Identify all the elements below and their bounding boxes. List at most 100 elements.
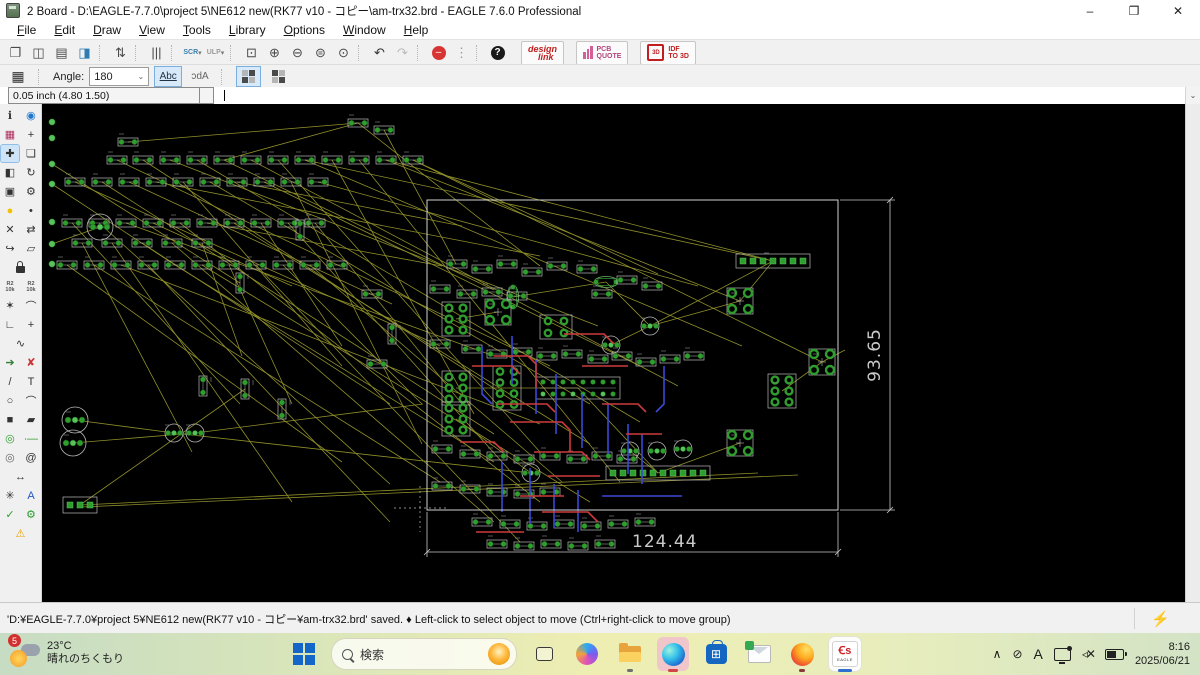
component-r2[interactable] (580, 517, 602, 531)
design-link-button[interactable]: design link (521, 40, 565, 65)
component-r2[interactable] (431, 440, 453, 454)
component-r2[interactable] (635, 353, 657, 367)
component-r2[interactable] (250, 214, 272, 228)
restore-button[interactable]: ❐ (1112, 0, 1156, 21)
info-icon[interactable]: ℹ (1, 107, 19, 124)
component-r2[interactable] (471, 260, 493, 274)
signal-icon[interactable]: ∙— (22, 430, 40, 447)
component-r2[interactable] (61, 214, 83, 228)
vertical-scrollbar[interactable] (1185, 104, 1200, 602)
clock-widget[interactable]: 8:16 2025/06/21 (1135, 640, 1190, 668)
blocked-icon[interactable]: ⊘ (1012, 647, 1022, 661)
meander-icon[interactable]: ∿ (11, 335, 29, 352)
component-r2[interactable] (91, 173, 113, 187)
polygon-icon[interactable]: ▰ (22, 411, 40, 428)
print-icon[interactable]: ▤ (50, 42, 73, 63)
component-r2[interactable] (402, 151, 424, 165)
menu-item-help[interactable]: Help (395, 23, 438, 37)
component-r2[interactable] (459, 480, 481, 494)
task-view-button[interactable] (528, 637, 560, 671)
component-r2[interactable] (71, 234, 93, 248)
component-r2[interactable] (659, 350, 681, 364)
component-r2[interactable] (110, 256, 132, 270)
component-pad[interactable] (48, 240, 56, 248)
component-r2[interactable] (196, 214, 218, 228)
component-r2[interactable] (213, 151, 235, 165)
component-r2[interactable] (461, 340, 483, 354)
component-r2[interactable] (611, 347, 633, 361)
value-button[interactable]: R2 10k (22, 278, 40, 295)
run-ulp-button[interactable]: ULP ▾ (204, 42, 227, 63)
component-r2[interactable] (616, 271, 638, 285)
component-r2[interactable] (272, 256, 294, 270)
component-r2[interactable] (106, 151, 128, 165)
pinswap-icon[interactable]: ⇄ (22, 221, 40, 238)
group-icon[interactable]: ▣ (1, 183, 19, 200)
component-r2[interactable] (145, 173, 167, 187)
component-r2[interactable] (539, 447, 561, 461)
miter-icon[interactable]: ⌒ (22, 297, 40, 314)
component-r2v[interactable] (198, 375, 212, 397)
component-r2[interactable] (536, 347, 558, 361)
component-r2[interactable] (499, 515, 521, 529)
component-r2[interactable] (513, 450, 535, 464)
go-icon[interactable]: ⋮ (450, 42, 473, 63)
menu-item-library[interactable]: Library (220, 23, 275, 37)
menu-item-view[interactable]: View (130, 23, 174, 37)
redo-icon[interactable]: ↷ (391, 42, 414, 63)
ime-indicator[interactable]: A (1034, 646, 1043, 662)
component-r2[interactable] (64, 173, 86, 187)
component-r2[interactable] (511, 343, 533, 357)
component-r2[interactable] (546, 257, 568, 271)
component-r2[interactable] (567, 537, 589, 551)
component-r2[interactable] (280, 173, 302, 187)
component-r2[interactable] (513, 537, 535, 551)
component-to92[interactable] (640, 316, 660, 336)
store-button[interactable]: ⊞ (700, 637, 732, 671)
component-to92[interactable] (647, 441, 667, 461)
component-r2[interactable] (101, 234, 123, 248)
component-pad[interactable] (48, 160, 56, 168)
copilot-button[interactable] (571, 637, 603, 671)
display-layers-icon[interactable]: ▦ (1, 126, 19, 143)
component-r2[interactable] (115, 214, 137, 228)
component-to92[interactable] (673, 439, 693, 459)
zoom-select-icon[interactable]: ⊜ (309, 42, 332, 63)
component-r2[interactable] (294, 151, 316, 165)
component-r2[interactable] (683, 347, 705, 361)
via-icon[interactable]: ◎ (1, 430, 19, 447)
component-r2[interactable] (307, 173, 329, 187)
component-r2[interactable] (429, 335, 451, 349)
component-r2[interactable] (553, 515, 575, 529)
component-r2[interactable] (117, 133, 139, 147)
idf-to-3d-button[interactable]: 3D IDF TO 3D (640, 40, 696, 65)
export-image-icon[interactable]: ◨ (73, 42, 96, 63)
move-icon[interactable]: ✚ (0, 144, 20, 163)
dimension-icon[interactable]: ↔ (11, 468, 29, 485)
arc-icon[interactable]: ⌒ (22, 392, 40, 409)
smash-icon[interactable]: ✶ (1, 297, 19, 314)
component-r2[interactable] (591, 285, 613, 299)
pcb-canvas[interactable]: 124.44 93.65 (41, 104, 1186, 602)
minimize-button[interactable]: – (1068, 0, 1112, 21)
component-r2[interactable] (267, 151, 289, 165)
component-r2[interactable] (641, 277, 663, 291)
mark-icon[interactable]: + (22, 126, 40, 143)
attribute-icon[interactable]: @ (22, 449, 40, 466)
component-r2[interactable] (496, 255, 518, 269)
mirror-icon[interactable]: ◧ (1, 164, 19, 181)
component-r2[interactable] (321, 151, 343, 165)
component-r2v[interactable] (240, 378, 254, 400)
text-icon[interactable]: T (22, 373, 40, 390)
split-wire-icon[interactable]: ∟ (1, 316, 19, 333)
component-r2[interactable] (576, 260, 598, 274)
component-r2[interactable] (429, 280, 451, 294)
component-ic16[interactable] (535, 376, 621, 400)
coordinate-mode-box[interactable] (200, 87, 214, 104)
component-r2[interactable] (591, 447, 613, 461)
mail-button[interactable] (743, 637, 775, 671)
switch-editor-icon[interactable]: ⇅ (109, 42, 132, 63)
menu-item-draw[interactable]: Draw (84, 23, 130, 37)
component-r2[interactable] (277, 214, 299, 228)
component-hdr3s[interactable] (62, 496, 98, 514)
